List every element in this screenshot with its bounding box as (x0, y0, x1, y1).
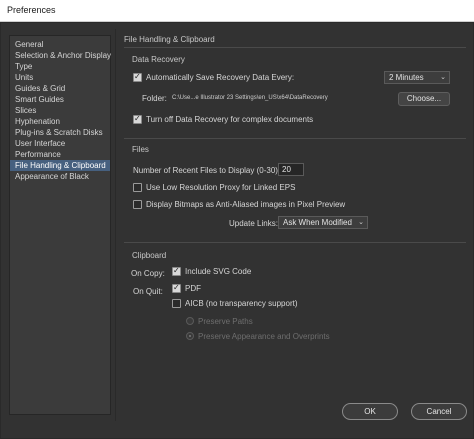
sidebar-item-user-interface[interactable]: User Interface (10, 138, 110, 149)
category-list[interactable]: General Selection & Anchor Display Type … (9, 35, 111, 415)
preserve-appearance-label: Preserve Appearance and Overprints (198, 332, 330, 341)
display-bitmaps-label: Display Bitmaps as Anti-Aliased images i… (146, 200, 346, 209)
panel-divider (115, 29, 116, 421)
clipboard-heading: Clipboard (132, 251, 167, 260)
check-icon: ✓ (134, 72, 141, 81)
recent-files-label: Number of Recent Files to Display (0-30)… (133, 166, 281, 175)
folder-label: Folder: (142, 94, 167, 103)
recovery-interval-value: 2 Minutes (389, 73, 424, 82)
auto-save-label: Automatically Save Recovery Data Every: (146, 73, 295, 82)
preserve-appearance-radio[interactable] (186, 332, 194, 340)
check-icon: ✓ (134, 114, 141, 123)
check-icon: ✓ (173, 266, 180, 275)
turn-off-recovery-checkbox[interactable]: ✓ (133, 114, 142, 124)
include-svg-code-label: Include SVG Code (185, 267, 252, 276)
window-title: Preferences (7, 5, 56, 15)
separator (124, 47, 466, 48)
separator (124, 242, 466, 243)
aicb-label: AICB (no transparency support) (185, 299, 298, 308)
update-links-label: Update Links: (229, 219, 278, 228)
title-bar: Preferences (0, 0, 474, 22)
chevron-down-icon: ⌄ (358, 219, 364, 226)
on-quit-label: On Quit: (133, 287, 163, 296)
chevron-down-icon: ⌄ (440, 74, 446, 81)
recovery-interval-dropdown[interactable]: 2 Minutes ⌄ (384, 71, 450, 84)
sidebar-item-hyphenation[interactable]: Hyphenation (10, 116, 110, 127)
folder-path: C:\Use...e Illustrator 23 Settings\en_US… (172, 95, 328, 101)
separator (124, 138, 466, 139)
include-svg-code-checkbox[interactable]: ✓ (172, 266, 181, 276)
sidebar-item-plugins-scratch-disks[interactable]: Plug-ins & Scratch Disks (10, 127, 110, 138)
preserve-paths-label: Preserve Paths (198, 317, 253, 326)
preserve-paths-radio[interactable] (186, 317, 194, 325)
update-links-value: Ask When Modified (283, 218, 352, 227)
auto-save-checkbox[interactable]: ✓ (133, 72, 142, 82)
sidebar-item-smart-guides[interactable]: Smart Guides (10, 94, 110, 105)
sidebar-item-slices[interactable]: Slices (10, 105, 110, 116)
sidebar-item-guides-grid[interactable]: Guides & Grid (10, 83, 110, 94)
files-heading: Files (132, 145, 149, 154)
data-recovery-heading: Data Recovery (132, 55, 185, 64)
sidebar-item-type[interactable]: Type (10, 61, 110, 72)
check-icon: ✓ (173, 283, 180, 292)
sidebar-item-units[interactable]: Units (10, 72, 110, 83)
pdf-label: PDF (185, 284, 201, 293)
ok-button[interactable]: OK (342, 403, 398, 420)
recent-files-input[interactable]: 20 (278, 163, 304, 176)
display-bitmaps-checkbox[interactable] (133, 200, 142, 209)
sidebar-item-selection-anchor-display[interactable]: Selection & Anchor Display (10, 50, 111, 61)
low-res-proxy-checkbox[interactable] (133, 183, 142, 192)
sidebar-item-general[interactable]: General (10, 39, 110, 50)
sidebar-item-file-handling-clipboard[interactable]: File Handling & Clipboard (10, 160, 110, 171)
preferences-dialog: General Selection & Anchor Display Type … (0, 22, 474, 439)
choose-folder-button[interactable]: Choose... (398, 92, 450, 106)
pdf-checkbox[interactable]: ✓ (172, 283, 181, 293)
sidebar-item-appearance-of-black[interactable]: Appearance of Black (10, 171, 110, 182)
aicb-checkbox[interactable] (172, 299, 181, 308)
on-copy-label: On Copy: (131, 269, 165, 278)
panel-title: File Handling & Clipboard (124, 35, 215, 44)
cancel-button[interactable]: Cancel (411, 403, 467, 420)
update-links-dropdown[interactable]: Ask When Modified ⌄ (278, 216, 368, 229)
turn-off-recovery-label: Turn off Data Recovery for complex docum… (146, 115, 314, 124)
low-res-proxy-label: Use Low Resolution Proxy for Linked EPS (146, 183, 296, 192)
file-handling-panel: File Handling & Clipboard Data Recovery … (122, 35, 468, 415)
sidebar-item-performance[interactable]: Performance (10, 149, 110, 160)
